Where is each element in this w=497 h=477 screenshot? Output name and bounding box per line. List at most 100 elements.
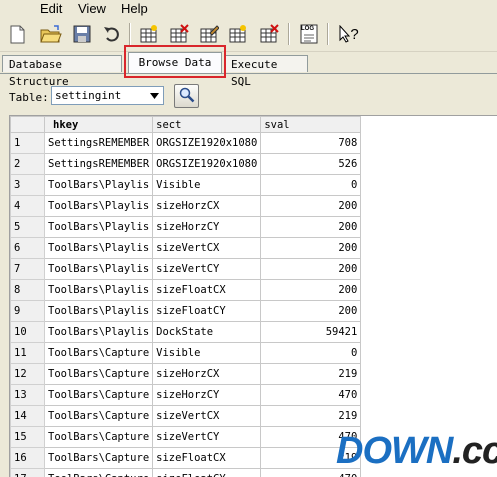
menu-edit[interactable]: Edit — [40, 0, 62, 17]
sect-cell[interactable]: sizeFloatCY — [153, 301, 261, 322]
table-row[interactable]: 12ToolBars\CapturesizeHorzCX219 — [11, 364, 361, 385]
sval-cell[interactable]: 200 — [261, 196, 361, 217]
row-number-cell[interactable]: 10 — [11, 322, 45, 343]
sval-cell[interactable]: 219 — [261, 364, 361, 385]
hkey-cell[interactable]: ToolBars\Playlis — [45, 238, 153, 259]
sect-cell[interactable]: sizeHorzCY — [153, 217, 261, 238]
undo-icon[interactable] — [101, 23, 123, 45]
hkey-cell[interactable]: ToolBars\Capture — [45, 406, 153, 427]
row-number-cell[interactable]: 6 — [11, 238, 45, 259]
sect-cell[interactable]: DockState — [153, 322, 261, 343]
row-number-cell[interactable]: 14 — [11, 406, 45, 427]
sval-cell[interactable]: 0 — [261, 343, 361, 364]
table-row[interactable]: 2SettingsREMEMBERORGSIZE1920x1080526 — [11, 154, 361, 175]
whats-this-icon[interactable]: ? — [336, 23, 362, 45]
tab-database-structure[interactable]: Database Structure — [2, 55, 122, 72]
sval-cell[interactable]: 470 — [261, 385, 361, 406]
delete-table-icon[interactable] — [168, 23, 190, 45]
row-number-cell[interactable]: 3 — [11, 175, 45, 196]
row-number-cell[interactable]: 5 — [11, 217, 45, 238]
table-row[interactable]: 14ToolBars\CapturesizeVertCX219 — [11, 406, 361, 427]
hkey-cell[interactable]: ToolBars\Playlis — [45, 322, 153, 343]
sect-cell[interactable]: sizeFloatCX — [153, 280, 261, 301]
table-row[interactable]: 6ToolBars\PlaylissizeVertCX200 — [11, 238, 361, 259]
data-grid[interactable]: hkey sect sval 1SettingsREMEMBERORGSIZE1… — [9, 115, 497, 477]
sect-cell[interactable]: Visible — [153, 343, 261, 364]
table-row[interactable]: 11ToolBars\CaptureVisible0 — [11, 343, 361, 364]
hkey-cell[interactable]: ToolBars\Capture — [45, 448, 153, 469]
table-row[interactable]: 13ToolBars\CapturesizeHorzCY470 — [11, 385, 361, 406]
sval-cell[interactable]: 59421 — [261, 322, 361, 343]
sect-cell[interactable]: sizeHorzCY — [153, 385, 261, 406]
table-row[interactable]: 4ToolBars\PlaylissizeHorzCX200 — [11, 196, 361, 217]
menu-view[interactable]: View — [78, 0, 106, 17]
column-header-sect[interactable]: sect — [153, 117, 261, 133]
sval-cell[interactable]: 526 — [261, 154, 361, 175]
row-number-cell[interactable]: 9 — [11, 301, 45, 322]
table-row[interactable]: 10ToolBars\PlaylisDockState59421 — [11, 322, 361, 343]
open-folder-icon[interactable] — [40, 23, 62, 45]
log-icon[interactable]: LOG — [298, 23, 320, 45]
create-index-icon[interactable] — [227, 23, 249, 45]
new-file-icon[interactable] — [6, 23, 28, 45]
sval-cell[interactable]: 200 — [261, 238, 361, 259]
hkey-cell[interactable]: ToolBars\Capture — [45, 343, 153, 364]
sect-cell[interactable]: sizeHorzCX — [153, 364, 261, 385]
row-number-cell[interactable]: 2 — [11, 154, 45, 175]
hkey-cell[interactable]: ToolBars\Playlis — [45, 196, 153, 217]
sval-cell[interactable]: 219 — [261, 406, 361, 427]
hkey-cell[interactable]: ToolBars\Capture — [45, 364, 153, 385]
row-number-cell[interactable]: 1 — [11, 133, 45, 154]
hkey-cell[interactable]: SettingsREMEMBER — [45, 133, 153, 154]
sval-cell[interactable]: 200 — [261, 280, 361, 301]
hkey-cell[interactable]: ToolBars\Playlis — [45, 259, 153, 280]
row-number-cell[interactable]: 11 — [11, 343, 45, 364]
column-header-sval[interactable]: sval — [261, 117, 361, 133]
sval-cell[interactable]: 200 — [261, 301, 361, 322]
sval-cell[interactable]: 200 — [261, 217, 361, 238]
hkey-cell[interactable]: SettingsREMEMBER — [45, 154, 153, 175]
table-row[interactable]: 5ToolBars\PlaylissizeHorzCY200 — [11, 217, 361, 238]
table-row[interactable]: 3ToolBars\PlaylisVisible0 — [11, 175, 361, 196]
row-number-cell[interactable]: 16 — [11, 448, 45, 469]
table-row[interactable]: 8ToolBars\PlaylissizeFloatCX200 — [11, 280, 361, 301]
row-number-cell[interactable]: 4 — [11, 196, 45, 217]
sect-cell[interactable]: sizeHorzCX — [153, 196, 261, 217]
table-row[interactable]: 15ToolBars\CapturesizeVertCY470 — [11, 427, 361, 448]
create-table-icon[interactable] — [138, 23, 160, 45]
sect-cell[interactable]: sizeVertCX — [153, 238, 261, 259]
chevron-down-icon[interactable] — [147, 88, 161, 103]
sect-cell[interactable]: ORGSIZE1920x1080 — [153, 133, 261, 154]
sect-cell[interactable]: sizeVertCY — [153, 427, 261, 448]
hkey-cell[interactable]: ToolBars\Playlis — [45, 301, 153, 322]
row-number-cell[interactable]: 13 — [11, 385, 45, 406]
search-button[interactable] — [174, 84, 199, 108]
row-number-cell[interactable]: 15 — [11, 427, 45, 448]
sect-cell[interactable]: ORGSIZE1920x1080 — [153, 154, 261, 175]
menu-help[interactable]: Help — [121, 0, 148, 17]
row-number-cell[interactable]: 7 — [11, 259, 45, 280]
hkey-cell[interactable]: ToolBars\Playlis — [45, 280, 153, 301]
sval-cell[interactable]: 0 — [261, 175, 361, 196]
hkey-cell[interactable]: ToolBars\Playlis — [45, 217, 153, 238]
sval-cell[interactable]: 708 — [261, 133, 361, 154]
sect-cell[interactable]: Visible — [153, 175, 261, 196]
row-number-cell[interactable]: 12 — [11, 364, 45, 385]
sect-cell[interactable]: sizeVertCY — [153, 259, 261, 280]
table-row[interactable]: 7ToolBars\PlaylissizeVertCY200 — [11, 259, 361, 280]
table-select[interactable]: settingint — [51, 86, 164, 105]
tab-execute-sql[interactable]: Execute SQL — [224, 55, 308, 72]
hkey-cell[interactable]: ToolBars\Capture — [45, 385, 153, 406]
table-row[interactable]: 16ToolBars\CapturesizeFloatCX219 — [11, 448, 361, 469]
row-number-cell[interactable]: 8 — [11, 280, 45, 301]
column-header-hkey[interactable]: hkey — [45, 117, 153, 133]
table-row[interactable]: 9ToolBars\PlaylissizeFloatCY200 — [11, 301, 361, 322]
save-icon[interactable] — [71, 23, 93, 45]
modify-table-icon[interactable] — [198, 23, 220, 45]
hkey-cell[interactable]: ToolBars\Capture — [45, 427, 153, 448]
delete-index-icon[interactable] — [258, 23, 280, 45]
sval-cell[interactable]: 200 — [261, 259, 361, 280]
hkey-cell[interactable]: ToolBars\Playlis — [45, 175, 153, 196]
sect-cell[interactable]: sizeFloatCX — [153, 448, 261, 469]
table-row[interactable]: 1SettingsREMEMBERORGSIZE1920x1080708 — [11, 133, 361, 154]
